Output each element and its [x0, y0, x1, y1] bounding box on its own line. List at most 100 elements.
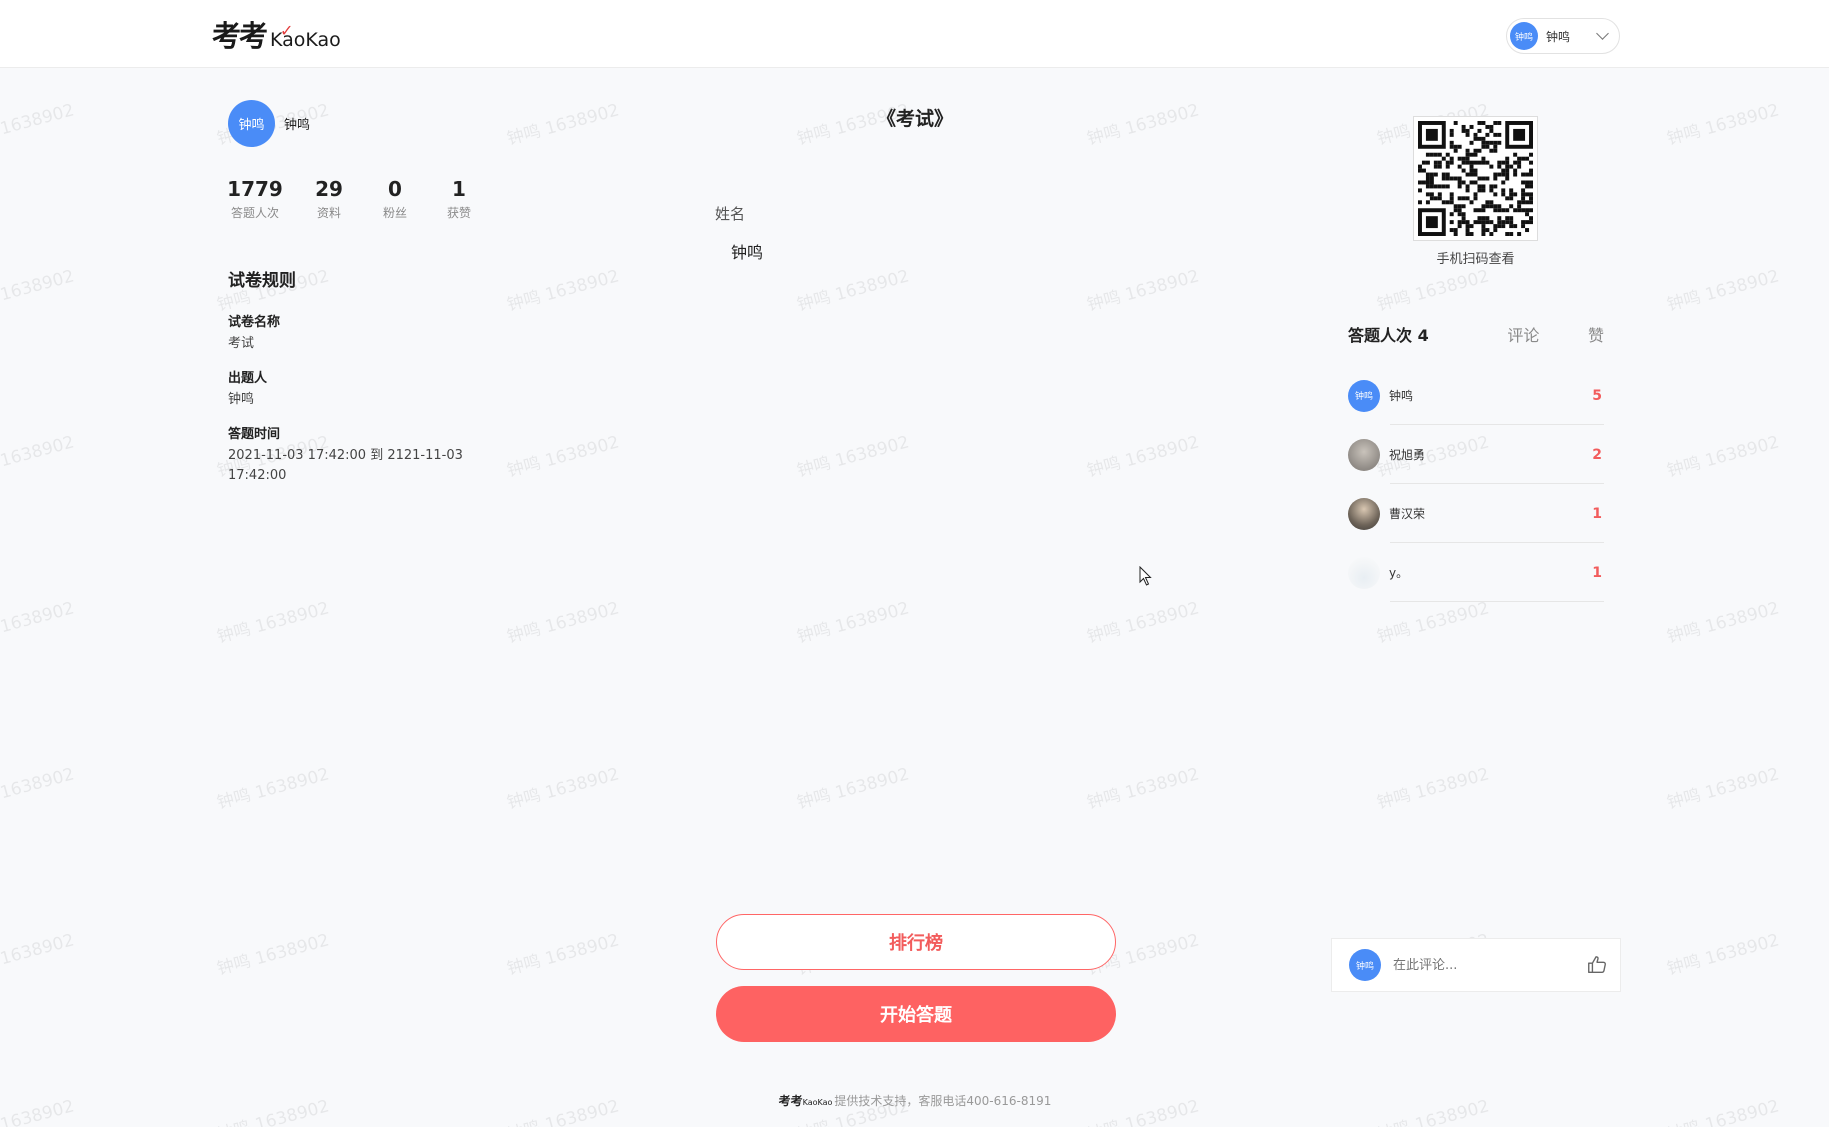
name-field-value: 钟鸣 [731, 243, 764, 262]
author-profile[interactable]: 钟鸣 钟鸣 [228, 100, 310, 147]
watermark-text: 钟鸣 1638902 [505, 266, 622, 316]
exam-rules: 试卷规则 试卷名称 考试 出题人 钟鸣 答题时间 2021-11-03 17:4… [228, 266, 488, 499]
watermark-text: 钟鸣 1638902 [1085, 764, 1202, 814]
watermark-text: 钟鸣 1638902 [505, 764, 622, 814]
rule-key-paper-name: 试卷名称 [228, 315, 281, 330]
top-header: 考考 ✓ KaoKao 钟鸣 钟鸣 [0, 0, 1829, 68]
kaokao-logo[interactable]: 考考 ✓ KaoKao [212, 18, 341, 54]
watermark-text: 钟鸣 1638902 [1665, 1096, 1782, 1127]
author-name: 钟鸣 [284, 118, 311, 133]
footer-logo-cn: 考考 [778, 1094, 803, 1108]
watermark-text: 钟鸣 1638902 [1665, 432, 1782, 482]
watermark-text: 钟鸣 1638902 [0, 266, 77, 315]
rule-value-time: 2021-11-03 17:42:00 到 2121-11-03 17:42:0… [228, 448, 463, 483]
participant-name: 钟鸣 [1389, 389, 1414, 403]
stat-label: 粉丝 [382, 206, 407, 220]
watermark-text: 钟鸣 1638902 [1665, 100, 1782, 150]
footer-logo-en: KaoKao [802, 1098, 833, 1107]
check-mark-icon: ✓ [280, 21, 294, 40]
watermark-text: 钟鸣 1638902 [215, 764, 332, 814]
participant-name: 祝旭勇 [1389, 448, 1426, 462]
watermark-text: 钟鸣 1638902 [795, 432, 912, 482]
watermark-text: 钟鸣 1638902 [215, 598, 332, 648]
author-stats: 1779 答题人次 29 资料 0 粉丝 1 获赞 [224, 176, 492, 221]
user-name: 钟鸣 [1546, 29, 1571, 44]
qr-code-icon [1418, 121, 1533, 236]
watermark-text: 钟鸣 1638902 [505, 432, 622, 482]
watermark-text: 钟鸣 1638902 [1375, 1096, 1492, 1127]
participant-score: 5 [1592, 387, 1602, 404]
divider [1390, 601, 1604, 602]
qr-code [1413, 116, 1538, 241]
watermark-text: 钟鸣 1638902 [1085, 266, 1202, 316]
watermark-text: 钟鸣 1638902 [1665, 764, 1782, 814]
watermark-text: 钟鸣 1638902 [505, 930, 622, 980]
avatar [1348, 438, 1380, 471]
chevron-down-icon [1596, 27, 1609, 40]
rules-heading: 试卷规则 [228, 271, 296, 291]
watermark-text: 钟鸣 1638902 [505, 100, 622, 150]
start-exam-button[interactable]: 开始答题 [716, 986, 1116, 1042]
exam-title: 《考试》 [876, 108, 953, 130]
tab-comments[interactable]: 评论 [1507, 322, 1539, 346]
stat-answer-count: 1779 答题人次 [224, 176, 286, 221]
list-item[interactable]: 祝旭勇 2 [1348, 425, 1604, 484]
stat-materials: 29 资料 [294, 176, 364, 221]
footer: 考考KaoKao 提供技术支持，客服电话400-616-8191 [700, 1092, 1130, 1109]
tab-likes[interactable]: 赞 [1588, 322, 1604, 346]
watermark-text: 钟鸣 1638902 [505, 598, 622, 648]
participant-score: 2 [1592, 446, 1602, 463]
stat-number: 1779 [227, 177, 283, 201]
avatar [1348, 497, 1380, 530]
watermark-text: 钟鸣 1638902 [0, 432, 77, 481]
user-menu-dropdown[interactable]: 钟鸣 钟鸣 [1506, 18, 1620, 54]
watermark-text: 钟鸣 1638902 [0, 764, 77, 813]
name-field-label: 姓名 [715, 205, 746, 223]
rule-key-author: 出题人 [228, 371, 268, 386]
participant-score: 1 [1592, 564, 1602, 581]
comment-bar: 钟鸣 [1331, 938, 1621, 992]
logo-chinese: 考考 [212, 19, 268, 53]
watermark-text: 钟鸣 1638902 [0, 598, 77, 647]
answer-ranking-list: 钟鸣 钟鸣 5 祝旭勇 2 曹汉荣 1 y。 1 [1348, 366, 1604, 602]
stat-label: 答题人次 [230, 206, 279, 220]
stat-number: 29 [315, 177, 343, 201]
watermark-text: 钟鸣 1638902 [1665, 930, 1782, 980]
right-tabs: 答题人次 4 评论 赞 [1348, 322, 1604, 346]
avatar: 钟鸣 [228, 100, 275, 147]
list-item[interactable]: 曹汉荣 1 [1348, 484, 1604, 543]
rule-value-paper-name: 考试 [228, 336, 255, 351]
avatar: 钟鸣 [1348, 379, 1380, 412]
watermark-text: 钟鸣 1638902 [1085, 598, 1202, 648]
participant-name: 曹汉荣 [1389, 507, 1426, 521]
participant-score: 1 [1592, 505, 1602, 522]
mouse-pointer-icon [1139, 566, 1152, 586]
qr-caption: 手机扫码查看 [1436, 252, 1515, 267]
watermark-text: 钟鸣 1638902 [0, 1096, 77, 1127]
stat-likes: 1 获赞 [426, 176, 492, 221]
list-item[interactable]: 钟鸣 钟鸣 5 [1348, 366, 1604, 425]
watermark-text: 钟鸣 1638902 [215, 930, 332, 980]
avatar [1348, 556, 1380, 589]
leaderboard-button[interactable]: 排行榜 [716, 914, 1116, 970]
watermark-text: 钟鸣 1638902 [1375, 764, 1492, 814]
thumbs-up-icon[interactable] [1586, 954, 1608, 976]
watermark-text: 钟鸣 1638902 [1375, 266, 1492, 316]
watermark-text: 钟鸣 1638902 [1085, 432, 1202, 482]
watermark-text: 钟鸣 1638902 [0, 100, 77, 149]
rule-value-author: 钟鸣 [228, 392, 255, 407]
stat-label: 资料 [316, 206, 341, 220]
watermark-text: 钟鸣 1638902 [1665, 598, 1782, 648]
avatar: 钟鸣 [1510, 22, 1538, 50]
watermark-text: 钟鸣 1638902 [1665, 266, 1782, 316]
list-item[interactable]: y。 1 [1348, 543, 1604, 602]
avatar: 钟鸣 [1349, 949, 1381, 981]
stat-number: 1 [452, 177, 466, 201]
tab-answers[interactable]: 答题人次 4 [1348, 322, 1429, 346]
watermark-text: 钟鸣 1638902 [505, 1096, 622, 1127]
participant-name: y。 [1389, 566, 1409, 580]
comment-input[interactable] [1393, 957, 1586, 973]
stat-number: 0 [388, 177, 402, 201]
watermark-text: 钟鸣 1638902 [795, 266, 912, 316]
watermark-text: 钟鸣 1638902 [795, 598, 912, 648]
